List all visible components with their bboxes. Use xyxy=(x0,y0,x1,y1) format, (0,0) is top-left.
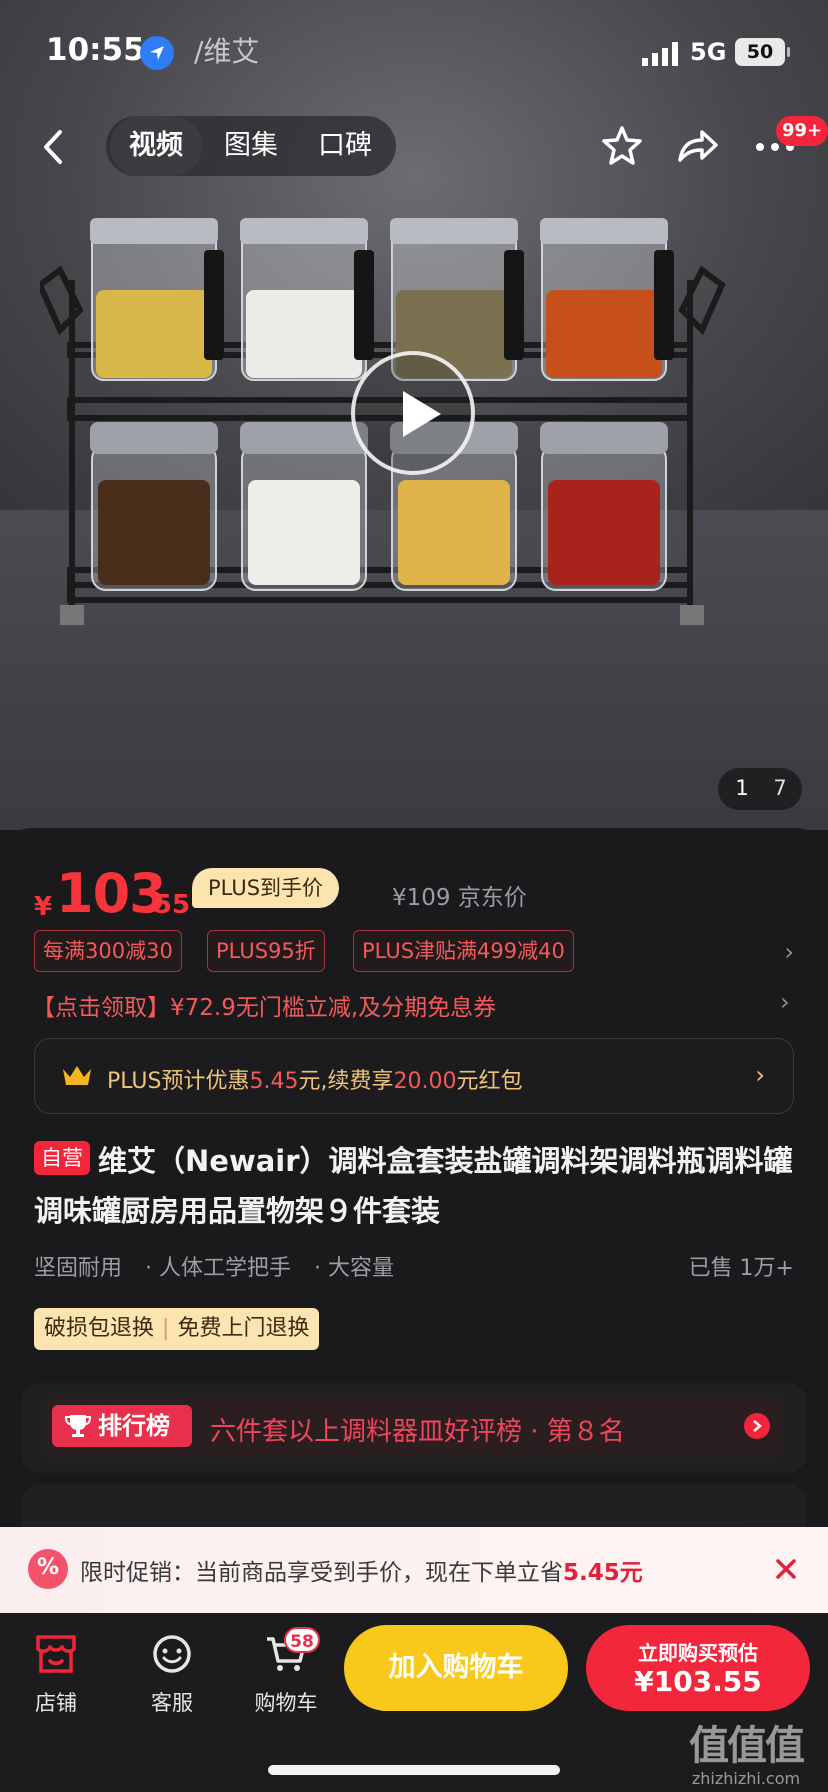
product-title-text: 维艾（Newair）调料盒套装盐罐调料架调料瓶调料罐调味罐厨房用品置物架９件套装 xyxy=(34,1144,793,1228)
customer-service-button[interactable]: 客服 xyxy=(124,1633,220,1717)
status-brand-text: /维艾 xyxy=(194,35,260,68)
buy-now-price: ¥103.55 xyxy=(634,1665,762,1698)
chevron-right-icon: › xyxy=(784,938,794,966)
gallery-total-pages: 7 xyxy=(773,776,787,800)
promo-tag: PLUS津贴满499减40 xyxy=(353,930,574,972)
chevron-right-icon: › xyxy=(780,988,790,1016)
flash-sale-text: 限时促销：当前商品享受到手价，现在下单立省5.45元 xyxy=(80,1560,643,1586)
signal-icon xyxy=(642,42,678,66)
tab-reviews[interactable]: 口碑 xyxy=(300,116,390,176)
video-play-button[interactable] xyxy=(351,351,475,475)
jd-price: ¥109 京东价 xyxy=(392,885,527,911)
buy-now-button[interactable]: 立即购买预估 ¥103.55 xyxy=(586,1625,810,1711)
bottom-action-bar: 店铺 客服 58 购物车 加入购物车 立即购买预估 ¥103.55 值值值 zh… xyxy=(0,1613,828,1792)
chat-face-icon xyxy=(153,1635,191,1673)
back-icon xyxy=(44,130,62,164)
coupon-link[interactable]: 【点击领取】¥72.9无门槛立减,及分期免息券 xyxy=(32,988,496,1022)
media-tabs: 视频 图集 口碑 xyxy=(106,116,396,176)
flash-sale-banner[interactable]: % 限时促销：当前商品享受到手价，现在下单立省5.45元 xyxy=(0,1527,828,1613)
store-label: 店铺 xyxy=(35,1691,77,1715)
self-operated-tag: 自营 xyxy=(34,1141,90,1175)
ranking-card[interactable]: 排行榜 六件套以上调料器皿好评榜 · 第８名 xyxy=(22,1383,806,1473)
cart-count-badge: 58 xyxy=(284,1627,320,1653)
cart-button[interactable]: 58 购物车 xyxy=(238,1627,334,1717)
feature-list: 坚固耐用 · 人体工学把手 · 大容量 xyxy=(34,1250,410,1282)
chevron-right-icon: › xyxy=(755,1061,765,1089)
network-label: 5G xyxy=(690,38,727,66)
product-title: 自营 维艾（Newair）调料盒套装盐罐调料架调料瓶调料罐调味罐厨房用品置物架９件… xyxy=(34,1136,794,1236)
buy-now-label: 立即购买预估 xyxy=(638,1641,758,1665)
plus-price-tag: PLUS到手价 xyxy=(192,868,340,908)
home-indicator xyxy=(268,1765,560,1775)
tab-gallery[interactable]: 图集 xyxy=(206,116,296,176)
service-label: 客服 xyxy=(151,1691,193,1715)
share-icon xyxy=(678,130,718,162)
trophy-icon xyxy=(64,1415,92,1437)
promotion-row[interactable]: 每满300减30 PLUS95折 PLUS津贴满499减40 › xyxy=(34,930,794,974)
gallery-page-indicator: 1 7 xyxy=(718,768,802,810)
percent-icon: % xyxy=(28,1549,68,1589)
back-button[interactable] xyxy=(32,122,76,172)
cart-label: 购物车 xyxy=(254,1691,318,1715)
feature-item: 坚固耐用 xyxy=(34,1256,123,1281)
plus-benefit-box[interactable]: PLUS预计优惠5.45元,续费享20.00元红包 › xyxy=(34,1038,794,1114)
service-tag: 免费上门退换 xyxy=(177,1316,310,1341)
product-gallery[interactable]: 10:55 /维艾 5G 50 视频 图集 口碑 99+ 1 7 xyxy=(0,0,828,830)
promo-tag: 每满300减30 xyxy=(34,930,182,972)
promo-tag: PLUS95折 xyxy=(207,930,325,972)
price-row: ¥ 103 .55 PLUS到手价 ¥109 京东价 xyxy=(34,862,794,925)
chevron-right-icon xyxy=(744,1413,770,1439)
status-time: 10:55 xyxy=(46,32,145,68)
watermark-logo: 值值值 zhizhizhi.com xyxy=(689,1723,805,1788)
status-bar: 10:55 /维艾 5G 50 xyxy=(0,0,828,100)
price-currency: ¥ xyxy=(34,892,53,922)
service-tag: 破损包退换 xyxy=(44,1316,155,1341)
location-arrow-icon xyxy=(140,36,174,70)
play-icon xyxy=(403,391,441,437)
add-to-cart-button[interactable]: 加入购物车 xyxy=(344,1625,568,1711)
ranking-badge: 排行榜 xyxy=(52,1405,192,1447)
message-badge: 99+ xyxy=(776,116,828,146)
store-icon xyxy=(36,1635,76,1673)
tab-video[interactable]: 视频 xyxy=(110,116,202,176)
product-info-panel: ¥ 103 .55 PLUS到手价 ¥109 京东价 每满300减30 PLUS… xyxy=(0,828,828,1544)
price-decimal: .55 xyxy=(144,890,191,920)
close-icon xyxy=(776,1559,796,1579)
share-button[interactable] xyxy=(672,120,722,170)
ranking-banner: 排行榜 六件套以上调料器皿好评榜 · 第８名 xyxy=(46,1397,782,1457)
close-button[interactable] xyxy=(768,1551,804,1587)
store-button[interactable]: 店铺 xyxy=(8,1633,104,1717)
battery-icon: 50 xyxy=(735,38,790,66)
gallery-current-page: 1 xyxy=(735,776,749,800)
favorite-button[interactable] xyxy=(597,120,647,170)
crown-icon xyxy=(63,1066,91,1085)
sold-count: 已售 1万+ xyxy=(688,1256,794,1281)
feature-item: · 大容量 xyxy=(314,1256,395,1281)
star-icon xyxy=(602,126,642,165)
plus-benefit-text: PLUS预计优惠5.45元,续费享20.00元红包 xyxy=(107,1069,523,1094)
service-tags[interactable]: 破损包退换 | 免费上门退换 xyxy=(34,1308,320,1350)
feature-item: · 人体工学把手 xyxy=(145,1256,292,1281)
ranking-text: 六件套以上调料器皿好评榜 · 第８名 xyxy=(210,1417,625,1447)
